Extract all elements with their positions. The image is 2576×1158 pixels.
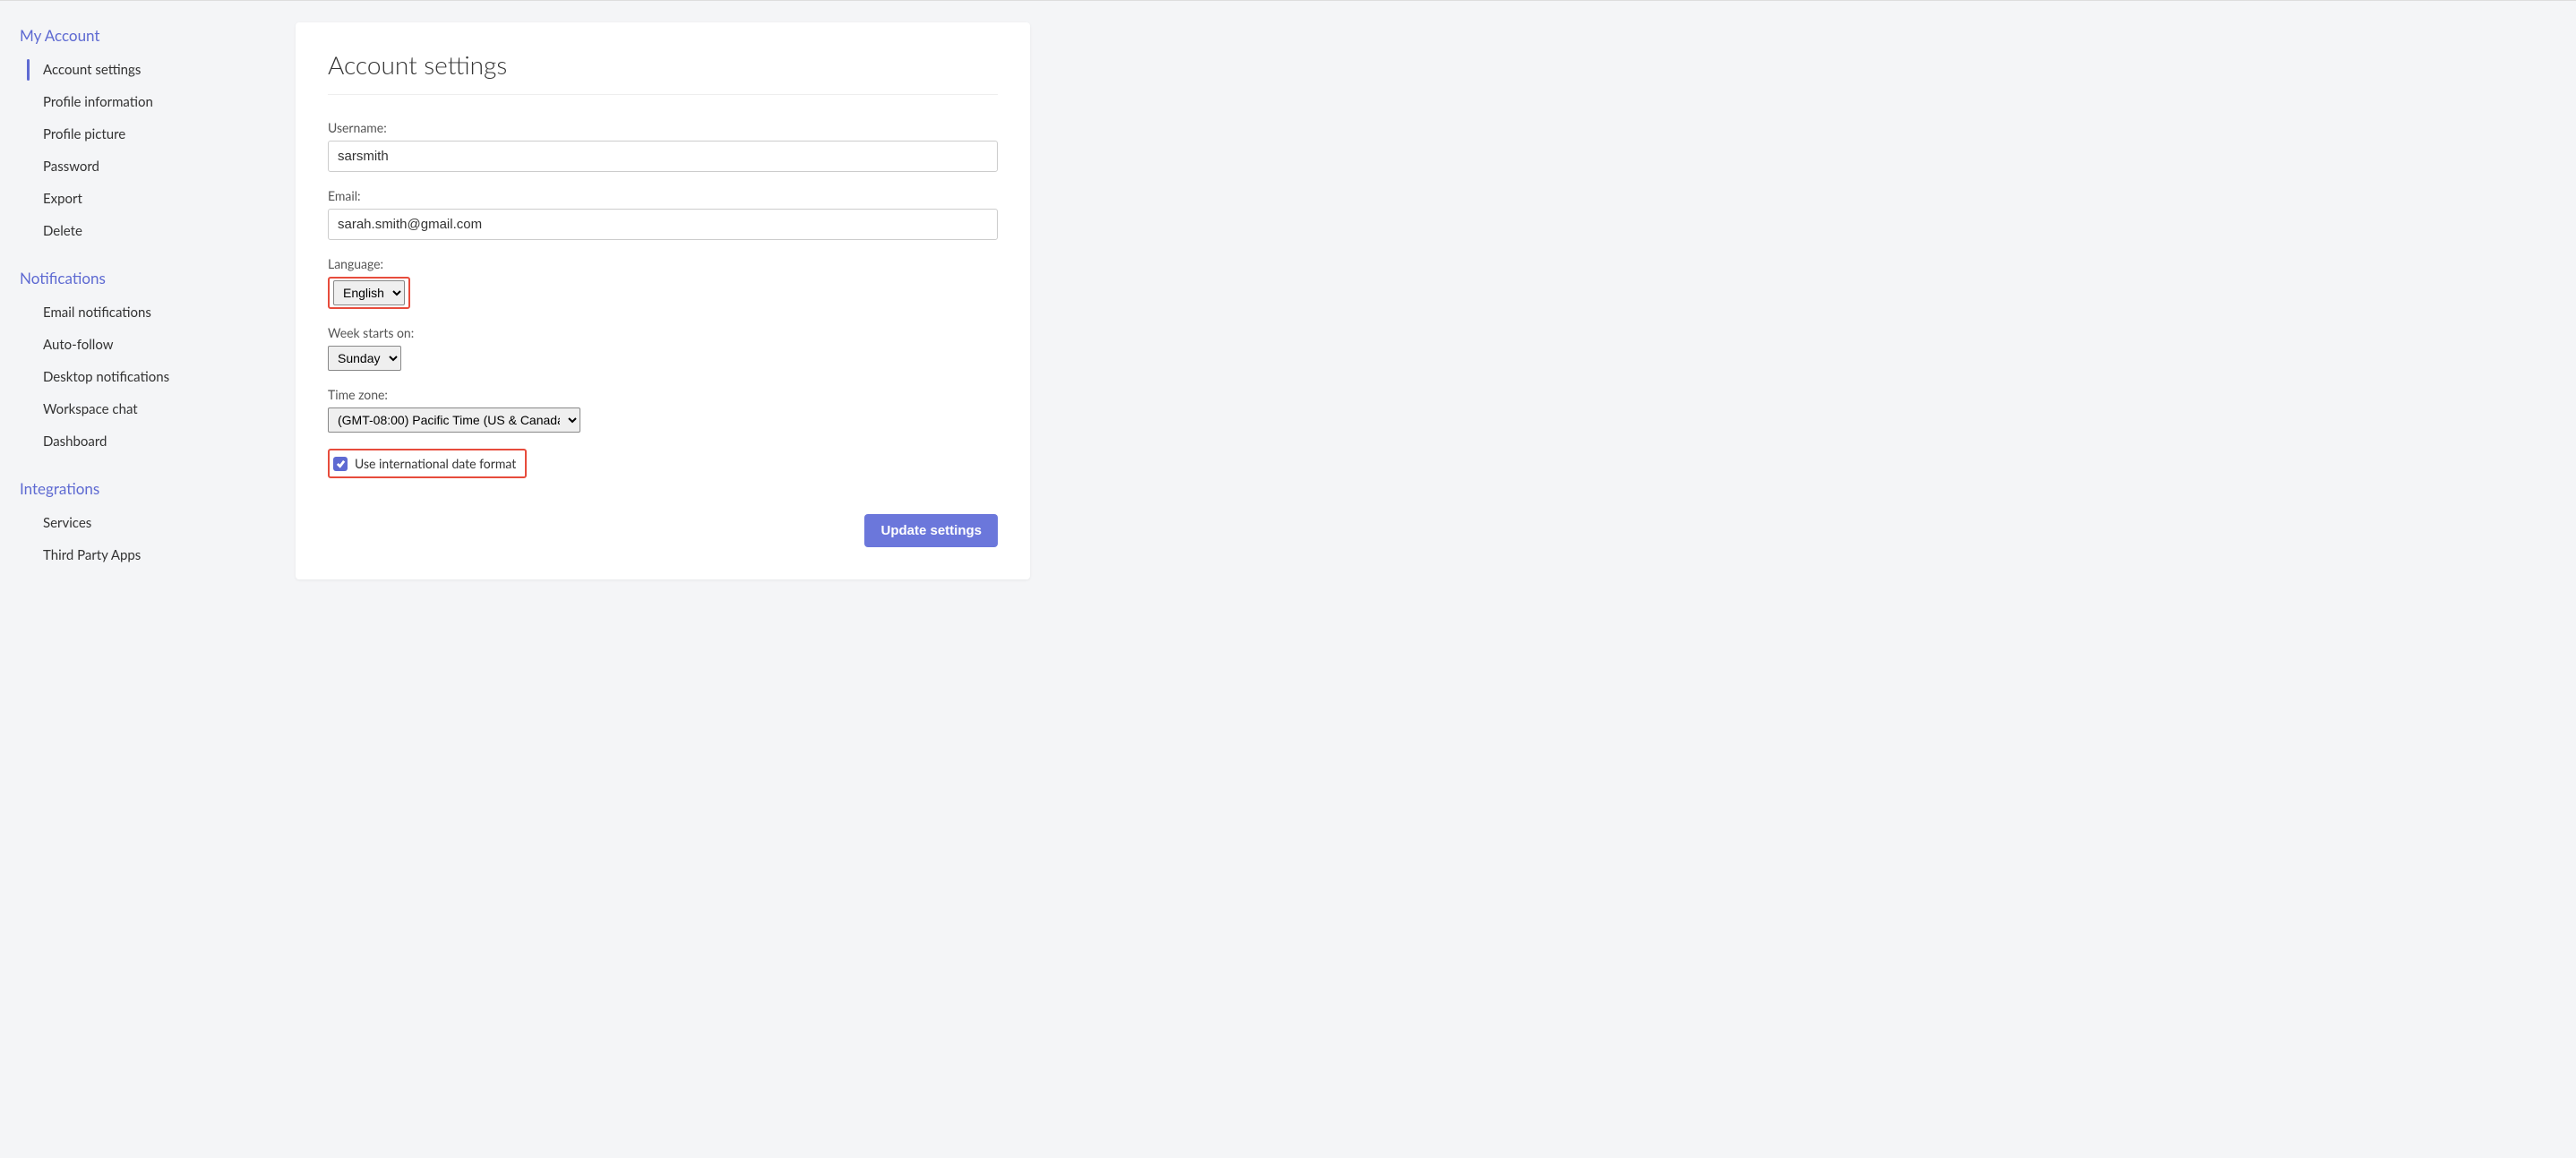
- timezone-select[interactable]: (GMT-08:00) Pacific Time (US & Canada): [328, 407, 580, 433]
- week-select[interactable]: Sunday: [328, 346, 401, 371]
- sidebar-item-dashboard[interactable]: Dashboard: [20, 425, 296, 458]
- sidebar-item-third-party-apps[interactable]: Third Party Apps: [20, 539, 296, 571]
- highlight-language: English: [328, 277, 410, 309]
- sidebar-item-account-settings[interactable]: Account settings: [20, 54, 296, 86]
- username-label: Username:: [328, 120, 998, 135]
- update-settings-button[interactable]: Update settings: [864, 514, 998, 547]
- sidebar-item-desktop-notifications[interactable]: Desktop notifications: [20, 361, 296, 393]
- sidebar-item-export[interactable]: Export: [20, 183, 296, 215]
- nav-list-integrations: Services Third Party Apps: [20, 507, 296, 571]
- main-content: Account settings Username: Email: Langua…: [296, 1, 2576, 1158]
- timezone-label: Time zone:: [328, 387, 998, 402]
- sidebar-item-profile-information[interactable]: Profile information: [20, 86, 296, 118]
- nav-list-my-account: Account settings Profile information Pro…: [20, 54, 296, 247]
- section-title-my-account: My Account: [20, 26, 296, 45]
- week-label: Week starts on:: [328, 325, 998, 340]
- form-group-week: Week starts on: Sunday: [328, 325, 998, 371]
- sidebar-item-email-notifications[interactable]: Email notifications: [20, 296, 296, 329]
- highlight-intl-date: Use international date format: [328, 449, 527, 478]
- section-title-notifications: Notifications: [20, 269, 296, 287]
- check-icon: [336, 459, 346, 468]
- form-group-username: Username:: [328, 120, 998, 172]
- sidebar-item-services[interactable]: Services: [20, 507, 296, 539]
- sidebar-item-delete[interactable]: Delete: [20, 215, 296, 247]
- sidebar-item-profile-picture[interactable]: Profile picture: [20, 118, 296, 150]
- language-label: Language:: [328, 256, 998, 271]
- sidebar-item-password[interactable]: Password: [20, 150, 296, 183]
- nav-list-notifications: Email notifications Auto-follow Desktop …: [20, 296, 296, 458]
- form-group-language: Language: English: [328, 256, 998, 309]
- intl-date-checkbox[interactable]: [333, 457, 348, 471]
- divider: [328, 94, 998, 95]
- form-actions: Update settings: [328, 514, 998, 547]
- page-title: Account settings: [328, 49, 998, 80]
- username-input[interactable]: [328, 141, 998, 172]
- language-select[interactable]: English: [333, 280, 405, 305]
- sidebar-item-auto-follow[interactable]: Auto-follow: [20, 329, 296, 361]
- settings-card: Account settings Username: Email: Langua…: [296, 22, 1030, 579]
- intl-date-label: Use international date format: [355, 456, 516, 471]
- form-group-email: Email:: [328, 188, 998, 240]
- form-group-timezone: Time zone: (GMT-08:00) Pacific Time (US …: [328, 387, 998, 433]
- form-group-intl-date: Use international date format: [328, 449, 998, 478]
- section-title-integrations: Integrations: [20, 479, 296, 498]
- email-input[interactable]: [328, 209, 998, 240]
- email-label: Email:: [328, 188, 998, 203]
- sidebar: My Account Account settings Profile info…: [0, 1, 296, 1158]
- sidebar-item-workspace-chat[interactable]: Workspace chat: [20, 393, 296, 425]
